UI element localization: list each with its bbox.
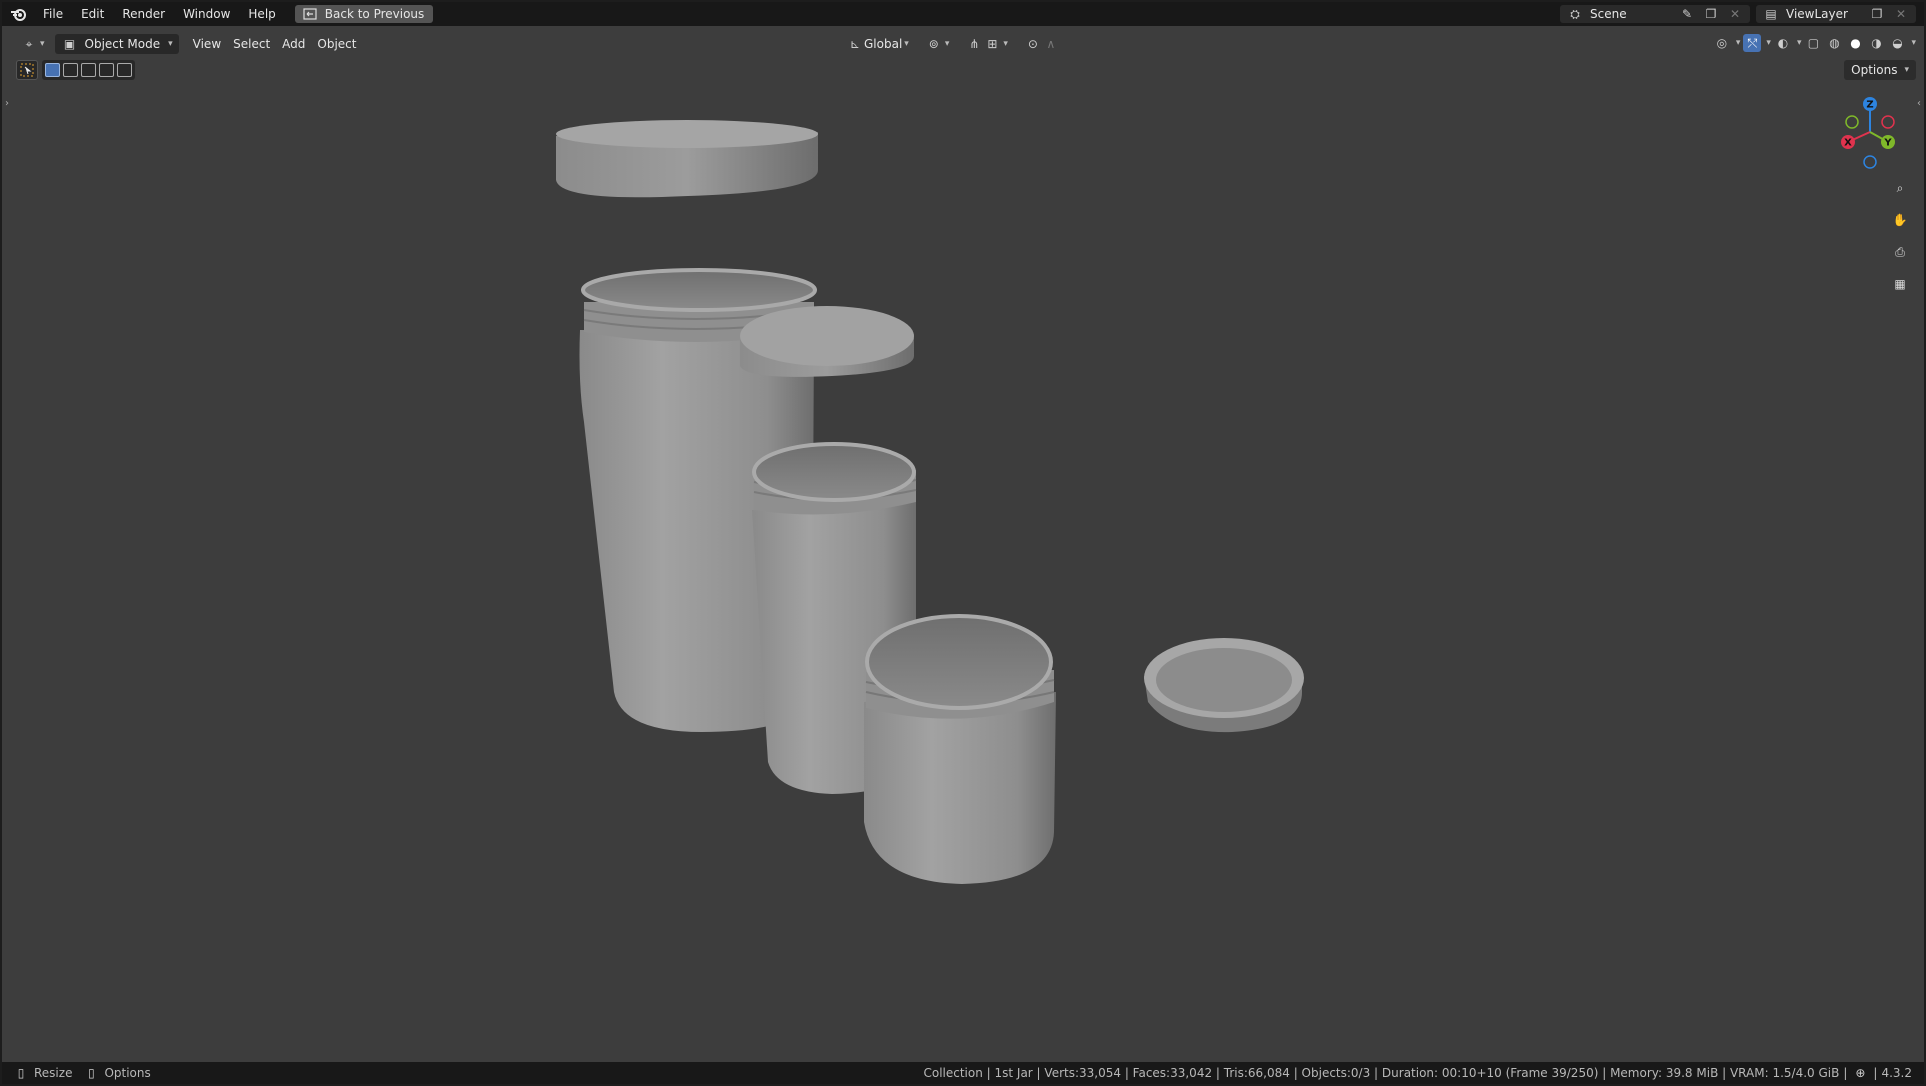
menu-view[interactable]: View [187,34,227,54]
pivot-icon: ⊚ [928,37,939,51]
select-intersect-icon[interactable] [117,63,132,77]
back-icon [301,5,319,23]
gizmo-x-label: X [1844,138,1852,149]
separator: | [1843,1066,1848,1080]
options-label: Options [1851,63,1898,77]
viewport-header: ⌖ ▾ ▣ Object Mode ▾ View Select Add Object… [2,26,1924,62]
editor-type-button[interactable]: ⌖ ▾ [14,34,51,54]
select-subtract-icon[interactable] [81,63,96,77]
select-extend-icon[interactable] [63,63,78,77]
menu-add[interactable]: Add [276,34,311,54]
wireframe-shading-icon[interactable]: ◍ [1825,34,1843,52]
new-view-layer-icon[interactable]: ❐ [1868,5,1886,23]
pin-icon[interactable]: ✎ [1678,5,1696,23]
rendered-shading-icon[interactable]: ◒ [1888,34,1906,52]
selection-mode-buttons [42,60,135,80]
hand-icon[interactable]: ✋ [1888,208,1912,232]
mouse-icon: ▯ [17,1066,25,1080]
tool-row [16,60,135,80]
mode-label: Object Mode [84,37,161,51]
scene-name: Scene [1590,7,1627,21]
mode-selector[interactable]: ▣ Object Mode ▾ [54,34,179,54]
material-shading-icon[interactable]: ◑ [1867,34,1885,52]
jar-small[interactable] [864,614,1056,884]
menu-help[interactable]: Help [239,2,284,26]
select-new-icon[interactable] [45,63,60,77]
new-scene-icon[interactable]: ❐ [1702,5,1720,23]
orientation-selector[interactable]: ⊾ Global ▾ [840,34,915,54]
close-icon[interactable]: ✕ [1892,5,1910,23]
menu-window[interactable]: Window [174,2,239,26]
menu-render[interactable]: Render [113,2,174,26]
view-layer-name: ViewLayer [1786,7,1848,21]
resize-label: Resize [34,1066,73,1080]
lid-large[interactable] [556,120,818,198]
visibility-icon[interactable]: ◎ [1713,34,1731,52]
mouse-right-icon: ▯ [88,1066,95,1080]
xray-icon[interactable]: ▢ [1804,34,1822,52]
overlay-icon[interactable]: ◐ [1774,34,1792,52]
navigation-gizmo[interactable]: Z X Y [1836,92,1906,172]
scene-icon: ⛭ [1570,6,1580,21]
scene-statistics: Collection | 1st Jar | Verts:33,054 | Fa… [923,1066,1840,1080]
status-resize: ▯ Resize [12,1064,73,1082]
separator: | [1873,1066,1878,1080]
viewport-3d[interactable] [2,2,1924,1084]
menu-select[interactable]: Select [227,34,276,54]
menu-file[interactable]: File [34,2,72,26]
status-bar: ▯ Resize ▯ Options Collection | 1st Jar … [2,1062,1924,1084]
navigation-tools: ⌕ ✋ ⎙ ▦ [1888,176,1912,296]
blender-logo-icon[interactable] [4,2,34,26]
globe-icon: ⊕ [1855,1066,1866,1080]
view-layer-selector[interactable]: ▤ ViewLayer ❐ ✕ [1756,5,1916,23]
object-mode-icon: ▣ [63,37,76,51]
select-invert-icon[interactable] [99,63,114,77]
close-icon[interactable]: ✕ [1726,5,1744,23]
gizmo-y-label: Y [1883,138,1892,149]
zoom-icon[interactable]: ⌕ [1888,176,1912,200]
top-menu-bar: File Edit Render Window Help Back to Pre… [2,2,1924,26]
pivot-selector[interactable]: ⊚ ▾ [919,34,956,54]
menu-edit[interactable]: Edit [72,2,113,26]
options-dropdown[interactable]: Options ▾ [1844,60,1916,80]
snap-target-icon: ⊞ [987,37,998,51]
proportional-icon: ⊙ [1027,37,1038,51]
solid-shading-icon[interactable]: ● [1846,34,1864,52]
snap-toggle[interactable]: ⋔ ⊞ ▾ [959,34,1014,54]
scene-selector[interactable]: ⛭ Scene ✎ ❐ ✕ [1560,5,1750,23]
proportional-toggle[interactable]: ⊙ ∧ [1018,34,1066,54]
orientation-label: Global [864,37,903,51]
version-label: 4.3.2 [1881,1066,1912,1080]
gizmo-z-label: Z [1866,100,1873,111]
orientation-icon: ⊾ [849,37,861,51]
view-layer-icon: ▤ [1765,7,1777,21]
grid-icon[interactable]: ▦ [1888,272,1912,296]
back-to-previous-button[interactable]: Back to Previous [294,5,434,23]
blender-window: File Edit Render Window Help Back to Pre… [2,2,1924,1084]
falloff-icon: ∧ [1046,37,1056,51]
select-box-icon[interactable] [16,60,38,80]
snap-icon: ⋔ [969,37,980,51]
sidebar-expand-icon[interactable]: ‹ [1917,98,1921,109]
lid-small-open[interactable] [1144,638,1304,733]
top-right-controls: ⛭ Scene ✎ ❐ ✕ ▤ ViewLayer ❐ ✕ [1560,2,1924,26]
status-options-label: Options [104,1066,151,1080]
gizmo-icon[interactable]: ⤲ [1743,34,1762,52]
editor-type-icon: ⌖ [25,36,33,51]
camera-icon[interactable]: ⎙ [1888,240,1912,264]
lid-medium[interactable] [740,306,914,377]
transform-controls: ⊾ Global ▾ ⊚ ▾ ⋔ ⊞ ▾ ⊙ ∧ [840,34,1066,54]
menu-object[interactable]: Object [311,34,362,54]
viewport-display-controls: ◎ ▾ ⤲ ▾ ◐ ▾ ▢ ◍ ● ◑ ◒ ▾ [1713,34,1916,52]
status-options: ▯ Options [82,1064,151,1082]
toolbar-expand-icon[interactable]: › [5,98,9,109]
back-button-label: Back to Previous [324,7,425,21]
